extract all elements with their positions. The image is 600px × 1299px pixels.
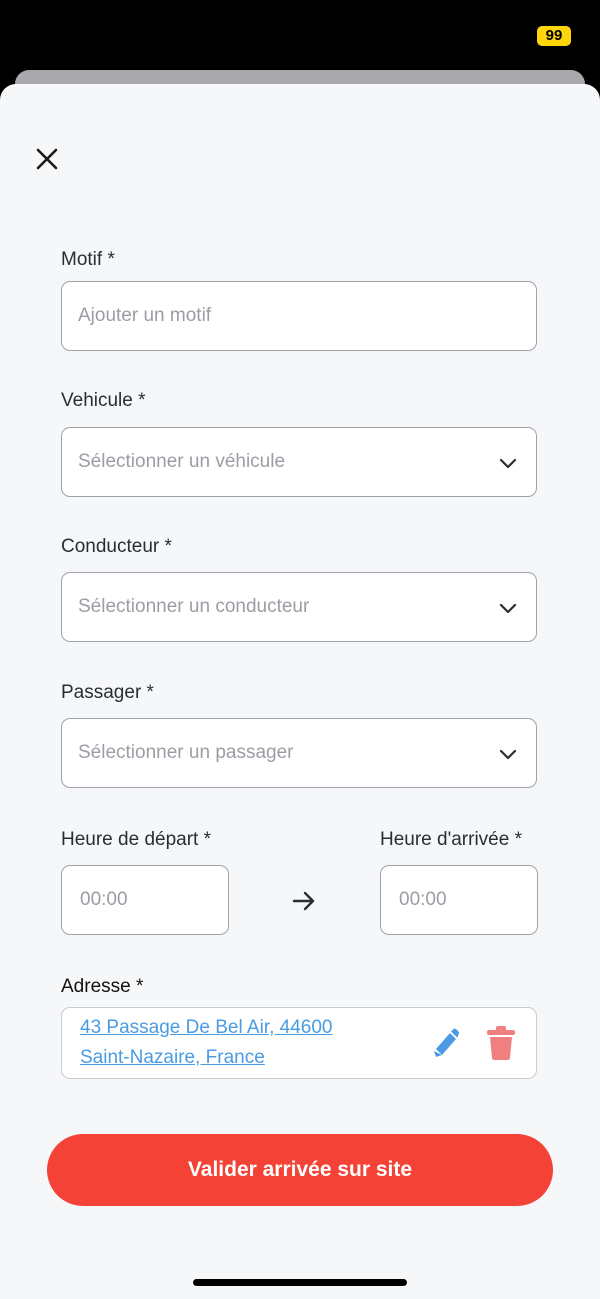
arrivee-time-input[interactable]: 00:00	[380, 865, 538, 935]
conducteur-select[interactable]: Sélectionner un conducteur	[61, 572, 537, 642]
vehicule-placeholder: Sélectionner un véhicule	[78, 451, 286, 472]
depart-time-input[interactable]: 00:00	[61, 865, 229, 935]
pencil-icon[interactable]	[428, 1026, 460, 1060]
address-line-2[interactable]: Saint-Nazaire, France	[80, 1047, 265, 1069]
conducteur-label: Conducteur *	[61, 536, 172, 557]
address-line-1[interactable]: 43 Passage De Bel Air, 44600	[80, 1017, 332, 1039]
adresse-label: Adresse *	[61, 976, 144, 997]
motif-input[interactable]: Ajouter un motif	[61, 281, 537, 351]
chevron-down-icon	[499, 603, 517, 614]
chevron-down-icon	[499, 458, 517, 469]
conducteur-placeholder: Sélectionner un conducteur	[78, 596, 310, 617]
close-icon	[36, 148, 58, 170]
passager-label: Passager *	[61, 682, 154, 703]
battery-indicator: 99	[537, 26, 571, 46]
depart-label: Heure de départ *	[61, 829, 211, 850]
passager-select[interactable]: Sélectionner un passager	[61, 718, 537, 788]
depart-time-value: 00:00	[80, 889, 128, 910]
motif-placeholder: Ajouter un motif	[78, 305, 212, 326]
close-button[interactable]	[30, 142, 64, 176]
passager-placeholder: Sélectionner un passager	[78, 742, 294, 763]
arrow-right-icon	[292, 891, 315, 911]
trash-icon[interactable]	[486, 1025, 516, 1061]
validate-arrival-button[interactable]: Valider arrivée sur site	[47, 1134, 553, 1206]
home-indicator[interactable]	[193, 1279, 407, 1286]
motif-label: Motif *	[61, 249, 115, 270]
vehicule-label: Vehicule *	[61, 390, 146, 411]
chevron-down-icon	[499, 749, 517, 760]
vehicule-select[interactable]: Sélectionner un véhicule	[61, 427, 537, 497]
bottom-fade	[0, 1080, 600, 1120]
arrivee-label: Heure d'arrivée *	[380, 829, 522, 850]
arrivee-time-value: 00:00	[399, 889, 447, 910]
adresse-field: 43 Passage De Bel Air, 44600 Saint-Nazai…	[61, 1007, 537, 1079]
